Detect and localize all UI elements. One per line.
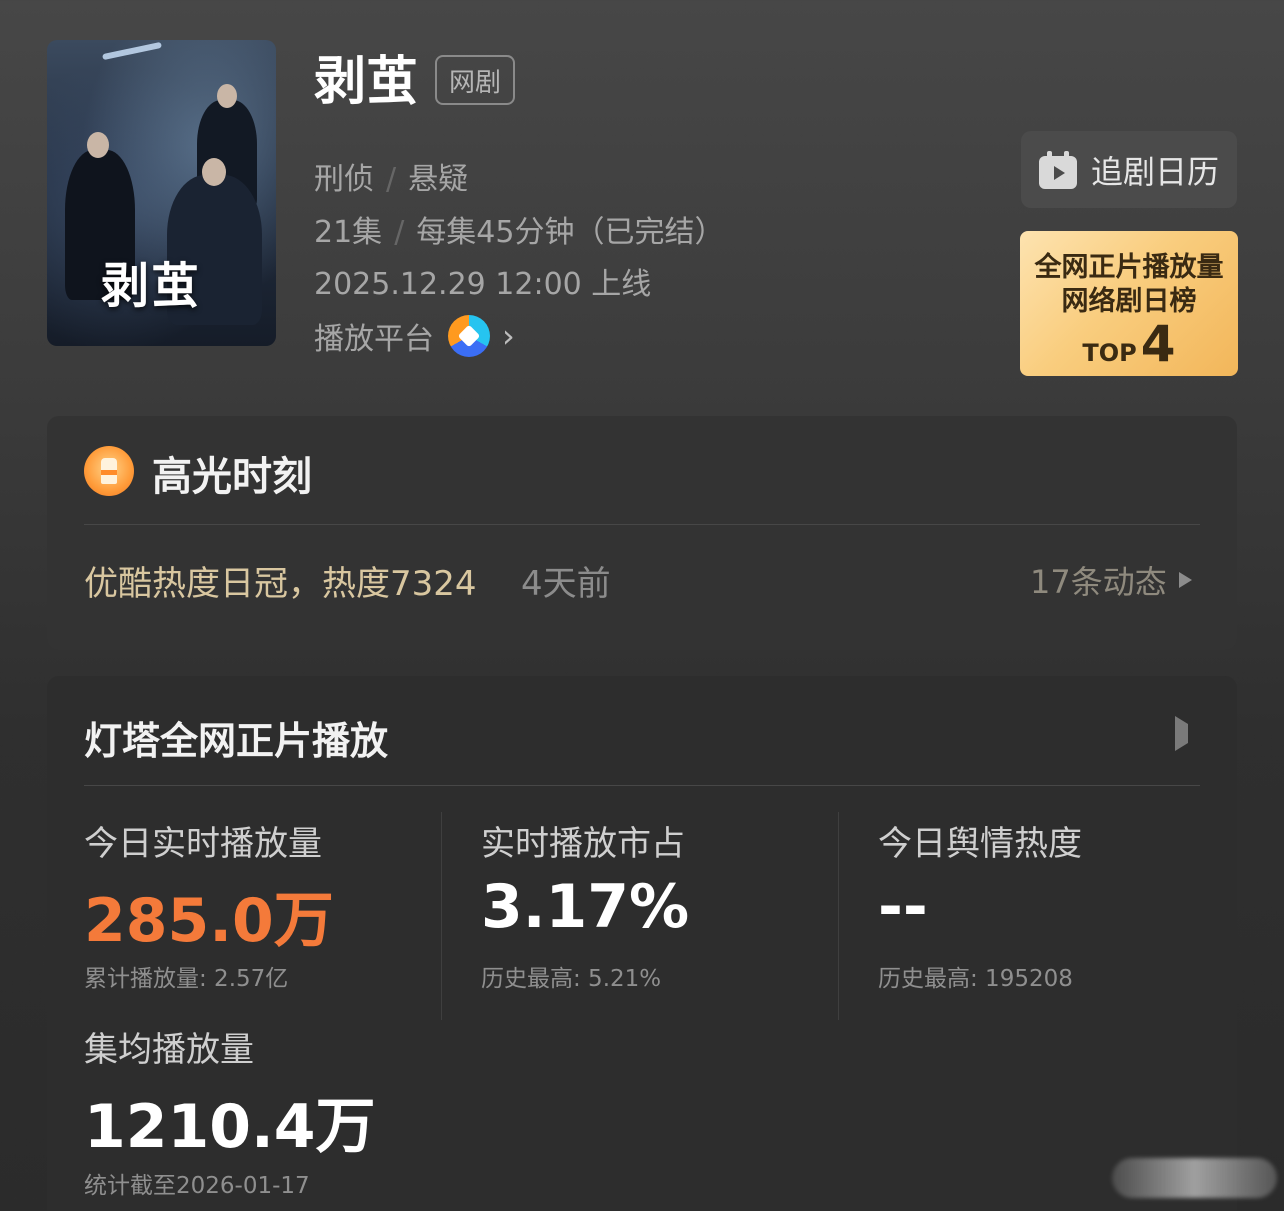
highlight-more-label: 17条动态: [1030, 563, 1167, 601]
calendar-icon: [1038, 150, 1077, 189]
highlight-more-link[interactable]: 17条动态: [1030, 557, 1192, 603]
poster-lamp: [102, 41, 162, 61]
genre-item: 刑侦: [314, 162, 374, 197]
genre-line: 刑侦 / 悬疑: [314, 154, 468, 198]
episode-line: 21集 / 每集45分钟（已完结）: [314, 207, 724, 251]
platform-row[interactable]: 播放平台 ›: [314, 314, 515, 358]
rank-badge-rank: TOP 4: [1020, 317, 1238, 371]
stat-value-avg-episode: 1210.4万: [84, 1092, 376, 1162]
watermark: [1112, 1158, 1277, 1198]
genre-item: 悬疑: [408, 162, 469, 197]
separator: /: [386, 162, 397, 197]
stat-value-market-share: 3.17%: [481, 872, 690, 942]
highlight-time: 4天前: [521, 564, 611, 604]
platform-label: 播放平台: [314, 322, 434, 357]
poster-title: 剥茧: [101, 258, 202, 314]
column-divider: [441, 812, 442, 1020]
poster-figure-head: [202, 158, 226, 186]
highlight-text: 优酷热度日冠，热度7324: [84, 564, 477, 604]
divider: [84, 524, 1200, 525]
stat-label-avg-episode: 集均播放量: [84, 1030, 254, 1070]
poster-figure-head: [217, 84, 237, 108]
poster-figure-head: [87, 132, 109, 158]
rank-top-label: TOP: [1082, 339, 1137, 367]
highlight-title: 高光时刻: [152, 454, 312, 500]
calendar-button-label: 追剧日历: [1090, 152, 1219, 191]
drama-poster[interactable]: 剥茧: [47, 40, 276, 346]
stat-label-daily-plays: 今日实时播放量: [84, 824, 322, 864]
type-tag: 网剧: [435, 55, 515, 105]
separator: /: [394, 215, 405, 250]
column-divider: [838, 812, 839, 1020]
stats-title: 灯塔全网正片播放: [84, 719, 389, 763]
chevron-right-icon[interactable]: ›: [502, 317, 515, 355]
stats-more-button[interactable]: [1175, 716, 1188, 751]
stat-label-sentiment: 今日舆情热度: [878, 824, 1082, 864]
stat-value-daily-plays: 285.0万: [84, 886, 334, 956]
drama-title: 剥茧: [314, 52, 419, 112]
release-date: 2025.12.29 12:00 上线: [314, 267, 652, 302]
lighthouse-icon: [84, 446, 134, 496]
rank-number: 4: [1140, 315, 1176, 373]
stat-sub-stats-date: 统计截至2026-01-17: [84, 1173, 310, 1199]
drama-calendar-button[interactable]: 追剧日历: [1021, 131, 1237, 208]
divider: [84, 785, 1200, 786]
rank-badge[interactable]: 全网正片播放量 网络剧日榜 TOP 4: [1020, 231, 1238, 376]
play-arrow-icon: [1175, 716, 1188, 751]
rank-badge-line2: 网络剧日榜: [1061, 286, 1197, 317]
stat-sub-market-share-peak: 历史最高: 5.21%: [481, 966, 662, 992]
episode-count: 21集: [314, 215, 383, 250]
stat-sub-sentiment-peak: 历史最高: 195208: [878, 966, 1073, 992]
stat-value-sentiment: --: [878, 872, 928, 942]
play-arrow-icon: [1178, 572, 1192, 588]
youku-icon[interactable]: [448, 315, 490, 357]
episode-duration: 每集45分钟（已完结）: [416, 215, 725, 250]
stat-sub-total-plays: 累计播放量: 2.57亿: [84, 966, 289, 992]
stat-label-market-share: 实时播放市占: [481, 824, 685, 864]
